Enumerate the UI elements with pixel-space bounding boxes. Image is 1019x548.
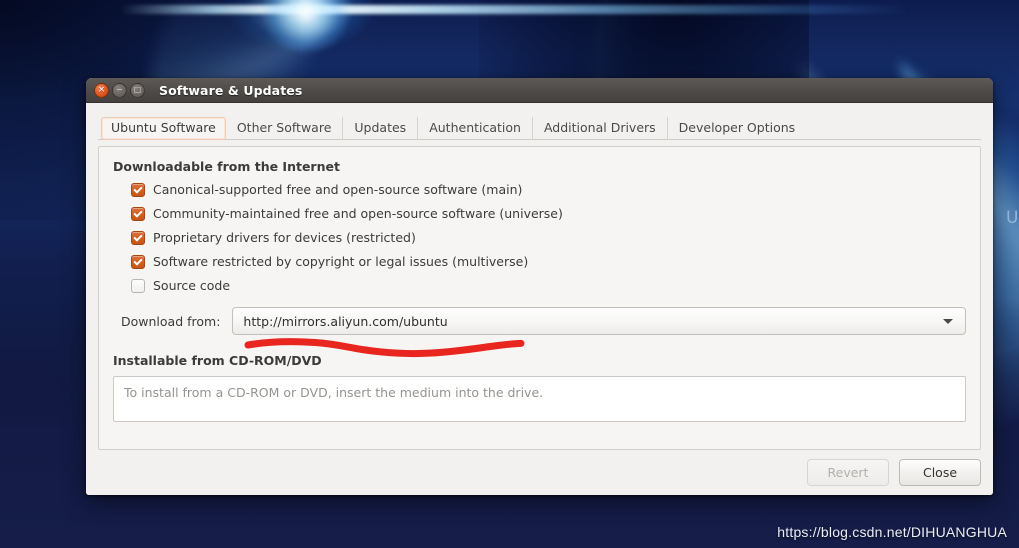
tab-bar: Ubuntu Software Other Software Updates A… bbox=[98, 113, 981, 140]
tab-updates[interactable]: Updates bbox=[343, 117, 419, 140]
tab-ubuntu-software[interactable]: Ubuntu Software bbox=[101, 117, 226, 140]
window-controls: × − □ bbox=[94, 82, 145, 98]
download-from-row: Download from: http://mirrors.aliyun.com… bbox=[121, 307, 966, 335]
checkbox-source-code[interactable] bbox=[131, 279, 145, 293]
section-title-cdrom: Installable from CD-ROM/DVD bbox=[113, 353, 322, 368]
cdrom-list[interactable]: To install from a CD-ROM or DVD, insert … bbox=[113, 376, 966, 422]
close-icon[interactable]: × bbox=[94, 82, 109, 98]
checkbox-label-restricted: Proprietary drivers for devices (restric… bbox=[153, 229, 416, 245]
window-titlebar: × − □ Software & Updates bbox=[86, 78, 993, 103]
ubuntu-software-panel: Downloadable from the Internet Canonical… bbox=[98, 146, 981, 450]
chevron-down-icon[interactable] bbox=[943, 318, 953, 324]
checkbox-row-main[interactable]: Canonical-supported free and open-source… bbox=[131, 183, 966, 197]
software-and-updates-window: × − □ Software & Updates Ubuntu Software… bbox=[86, 78, 993, 495]
tab-additional-drivers[interactable]: Additional Drivers bbox=[533, 117, 668, 140]
checkbox-multiverse[interactable] bbox=[131, 255, 145, 269]
close-button[interactable]: Close bbox=[899, 459, 981, 486]
checkbox-label-source-code: Source code bbox=[153, 277, 231, 293]
checkbox-label-multiverse: Software restricted by copyright or lega… bbox=[153, 253, 529, 269]
checkbox-restricted[interactable] bbox=[131, 231, 145, 245]
maximize-icon[interactable]: □ bbox=[130, 82, 145, 98]
checkbox-row-multiverse[interactable]: Software restricted by copyright or lega… bbox=[131, 255, 966, 269]
checkbox-label-main: Canonical-supported free and open-source… bbox=[153, 181, 523, 197]
section-title-internet: Downloadable from the Internet bbox=[113, 159, 340, 174]
checkbox-row-universe[interactable]: Community-maintained free and open-sourc… bbox=[131, 207, 966, 221]
download-from-value: http://mirrors.aliyun.com/ubuntu bbox=[243, 313, 448, 329]
download-from-label: Download from: bbox=[121, 313, 221, 329]
tab-developer-options[interactable]: Developer Options bbox=[668, 117, 807, 140]
watermark-text: https://blog.csdn.net/DIHUANGHUA bbox=[777, 524, 1007, 540]
window-footer: Revert Close bbox=[807, 459, 981, 486]
window-body: Ubuntu Software Other Software Updates A… bbox=[86, 103, 993, 495]
checkbox-main[interactable] bbox=[131, 183, 145, 197]
checkbox-row-source-code[interactable]: Source code bbox=[131, 279, 966, 293]
tab-authentication[interactable]: Authentication bbox=[418, 117, 533, 140]
checkbox-universe[interactable] bbox=[131, 207, 145, 221]
checkbox-label-universe: Community-maintained free and open-sourc… bbox=[153, 205, 563, 221]
desktop-edge-glyph: U bbox=[1006, 208, 1019, 228]
tab-other-software[interactable]: Other Software bbox=[226, 117, 344, 140]
revert-button[interactable]: Revert bbox=[807, 459, 889, 486]
window-title: Software & Updates bbox=[159, 82, 303, 98]
download-from-select[interactable]: http://mirrors.aliyun.com/ubuntu bbox=[232, 307, 966, 335]
cdrom-empty-text: To install from a CD-ROM or DVD, insert … bbox=[124, 385, 544, 400]
minimize-icon[interactable]: − bbox=[112, 82, 127, 98]
wallpaper-flare-streak bbox=[120, 5, 910, 14]
checkbox-row-restricted[interactable]: Proprietary drivers for devices (restric… bbox=[131, 231, 966, 245]
